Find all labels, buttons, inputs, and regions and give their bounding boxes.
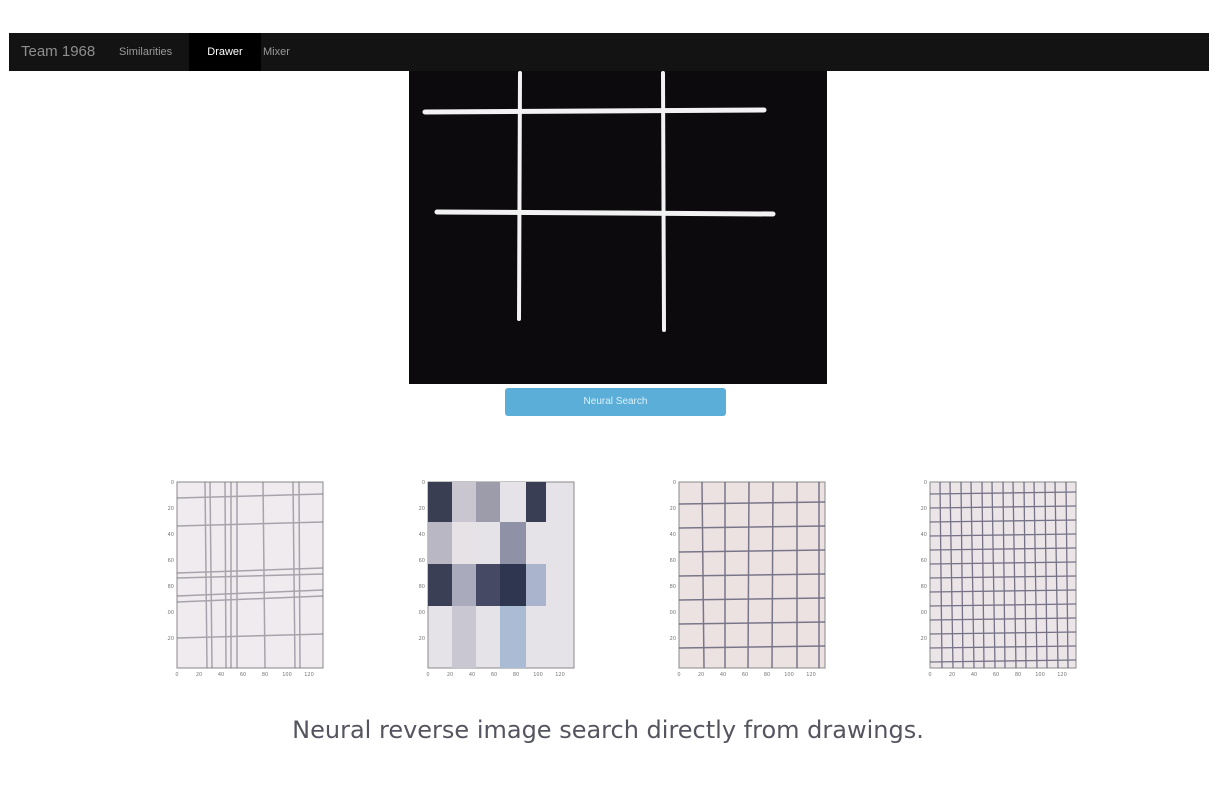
y-tick-label: 0 [673,480,676,486]
check-square [428,564,452,606]
x-tick-label: 60 [742,672,748,678]
drawn-stroke [422,107,767,115]
x-tick-label: 100 [784,672,794,678]
x-tick-label: 100 [1035,672,1045,678]
check-square [428,522,452,564]
result-image[interactable]: 0 20 40 60 80 100 120 0 20 40 60 80 100 120 [920,478,1080,684]
check-square [452,606,476,668]
result-image[interactable]: 0 20 40 60 80 100 120 0 20 40 60 80 100 120 [418,478,578,684]
x-tick-label: 120 [304,672,314,678]
y-tick-label: 40 [419,532,425,538]
x-tick-label: 120 [555,672,565,678]
figure-caption: Neural reverse image search directly fro… [292,716,924,744]
y-tick-label: 100 [167,610,174,616]
x-tick-label: 120 [1057,672,1067,678]
x-tick-label: 20 [949,672,955,678]
y-tick-label: 60 [419,558,425,564]
y-tick-label: 0 [924,480,927,486]
y-tick-label: 60 [168,558,174,564]
check-square [526,564,546,606]
x-tick-label: 80 [262,672,268,678]
nav-item-drawer[interactable]: Drawer [189,33,261,71]
check-square [452,522,476,564]
x-tick-label: 120 [806,672,816,678]
y-tick-label: 20 [921,506,927,512]
x-tick-label: 80 [1015,672,1021,678]
y-tick-label: 60 [670,558,676,564]
check-square [526,482,546,522]
y-tick-label: 100 [418,610,425,616]
y-tick-label: 0 [422,480,425,486]
navbar: Team 1968 Similarities Drawer Mixer [9,33,1209,71]
y-tick-label: 20 [670,506,676,512]
result-image[interactable]: 0 20 40 60 80 100 120 0 20 40 60 80 100 120 [167,478,327,684]
y-tick-label: 20 [168,506,174,512]
y-tick-label: 80 [670,584,676,590]
x-tick-label: 40 [218,672,224,678]
check-square [500,482,526,522]
nav-item-mixer[interactable]: Mixer [263,33,290,71]
y-tick-label: 20 [419,506,425,512]
check-square [500,522,526,564]
y-tick-label: 40 [168,532,174,538]
y-tick-label: 120 [920,636,927,642]
x-tick-label: 100 [282,672,292,678]
y-tick-label: 40 [921,532,927,538]
x-tick-label: 0 [928,672,931,678]
check-square [452,564,476,606]
x-tick-label: 60 [240,672,246,678]
x-tick-label: 40 [469,672,475,678]
x-tick-label: 80 [513,672,519,678]
y-tick-label: 60 [921,558,927,564]
check-square [452,482,476,522]
x-tick-label: 0 [175,672,178,678]
x-tick-label: 0 [426,672,429,678]
x-tick-label: 80 [764,672,770,678]
x-tick-label: 20 [196,672,202,678]
y-tick-label: 80 [921,584,927,590]
check-square [500,564,526,606]
check-square [476,482,500,522]
y-tick-label: 100 [669,610,676,616]
check-square [476,564,500,606]
y-tick-label: 100 [920,610,927,616]
nav-item-similarities[interactable]: Similarities [119,33,172,71]
result-image[interactable]: 0 20 40 60 80 100 120 0 20 40 60 80 100 120 [669,478,829,684]
x-tick-label: 60 [491,672,497,678]
neural-search-button[interactable]: Neural Search [505,388,726,416]
x-tick-label: 20 [698,672,704,678]
brand-link[interactable]: Team 1968 [21,33,95,71]
x-tick-label: 60 [993,672,999,678]
y-tick-label: 80 [419,584,425,590]
check-square [428,482,452,522]
y-tick-label: 120 [167,636,174,642]
x-tick-label: 20 [447,672,453,678]
drawing-canvas[interactable] [409,71,827,384]
y-tick-label: 40 [670,532,676,538]
y-tick-label: 80 [168,584,174,590]
x-tick-label: 40 [720,672,726,678]
y-tick-label: 120 [669,636,676,642]
x-tick-label: 40 [971,672,977,678]
y-tick-label: 0 [171,480,174,486]
check-square [500,606,526,668]
x-tick-label: 0 [677,672,680,678]
drawn-stroke [434,209,776,217]
y-tick-label: 120 [418,636,425,642]
x-tick-label: 100 [533,672,543,678]
